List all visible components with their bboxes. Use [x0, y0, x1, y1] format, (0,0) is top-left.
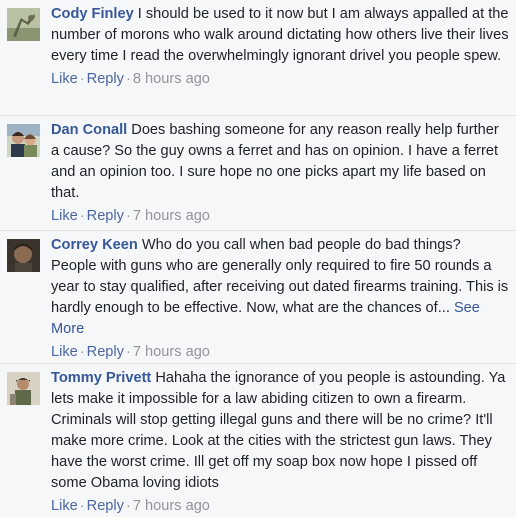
like-button[interactable]: Like [51, 71, 78, 87]
separator: · [125, 344, 131, 360]
avatar-image [7, 124, 40, 157]
comment-actions: Like · Reply · 7 hours ago [51, 206, 510, 227]
separator: · [125, 498, 131, 514]
avatar[interactable] [7, 124, 40, 157]
avatar[interactable] [7, 239, 40, 272]
separator: · [125, 71, 131, 87]
comment-author[interactable]: Cody Finley [51, 6, 134, 22]
comment-author[interactable]: Dan Conall [51, 122, 127, 138]
comment-body: Cody Finley I should be used to it now b… [51, 4, 510, 90]
like-button[interactable]: Like [51, 498, 78, 514]
separator: · [125, 208, 131, 224]
comment-body: Correy Keen Who do you call when bad peo… [51, 235, 510, 363]
comment-timestamp[interactable]: 7 hours ago [133, 498, 210, 514]
comment-actions: Like · Reply · 7 hours ago [51, 342, 510, 363]
comment: Tommy Privett Hahaha the ignorance of yo… [0, 363, 516, 514]
like-button[interactable]: Like [51, 208, 78, 224]
comment-timestamp[interactable]: 8 hours ago [133, 71, 210, 87]
avatar[interactable] [7, 372, 40, 405]
like-button[interactable]: Like [51, 344, 78, 360]
comment: Dan Conall Does bashing someone for any … [0, 115, 516, 230]
avatar-image [7, 239, 40, 272]
comment-body: Tommy Privett Hahaha the ignorance of yo… [51, 368, 510, 517]
comment-timestamp[interactable]: 7 hours ago [133, 344, 210, 360]
comment-author[interactable]: Correy Keen [51, 237, 138, 253]
avatar[interactable] [7, 8, 40, 41]
separator: · [79, 208, 85, 224]
separator: · [79, 498, 85, 514]
comment: Correy Keen Who do you call when bad peo… [0, 230, 516, 363]
comment-timestamp[interactable]: 7 hours ago [133, 208, 210, 224]
reply-button[interactable]: Reply [87, 71, 124, 87]
reply-button[interactable]: Reply [87, 208, 124, 224]
comment-text: Hahaha the ignorance of you people is as… [51, 370, 506, 491]
separator: · [79, 344, 85, 360]
comment: Cody Finley I should be used to it now b… [0, 0, 516, 115]
comment-actions: Like · Reply · 7 hours ago [51, 496, 510, 517]
comment-actions: Like · Reply · 8 hours ago [51, 69, 510, 90]
separator: · [79, 71, 85, 87]
reply-button[interactable]: Reply [87, 344, 124, 360]
reply-button[interactable]: Reply [87, 498, 124, 514]
comment-thread: Cody Finley I should be used to it now b… [0, 0, 516, 514]
avatar-image [7, 8, 40, 41]
avatar-image [7, 372, 40, 405]
comment-author[interactable]: Tommy Privett [51, 370, 151, 386]
comment-body: Dan Conall Does bashing someone for any … [51, 120, 510, 227]
